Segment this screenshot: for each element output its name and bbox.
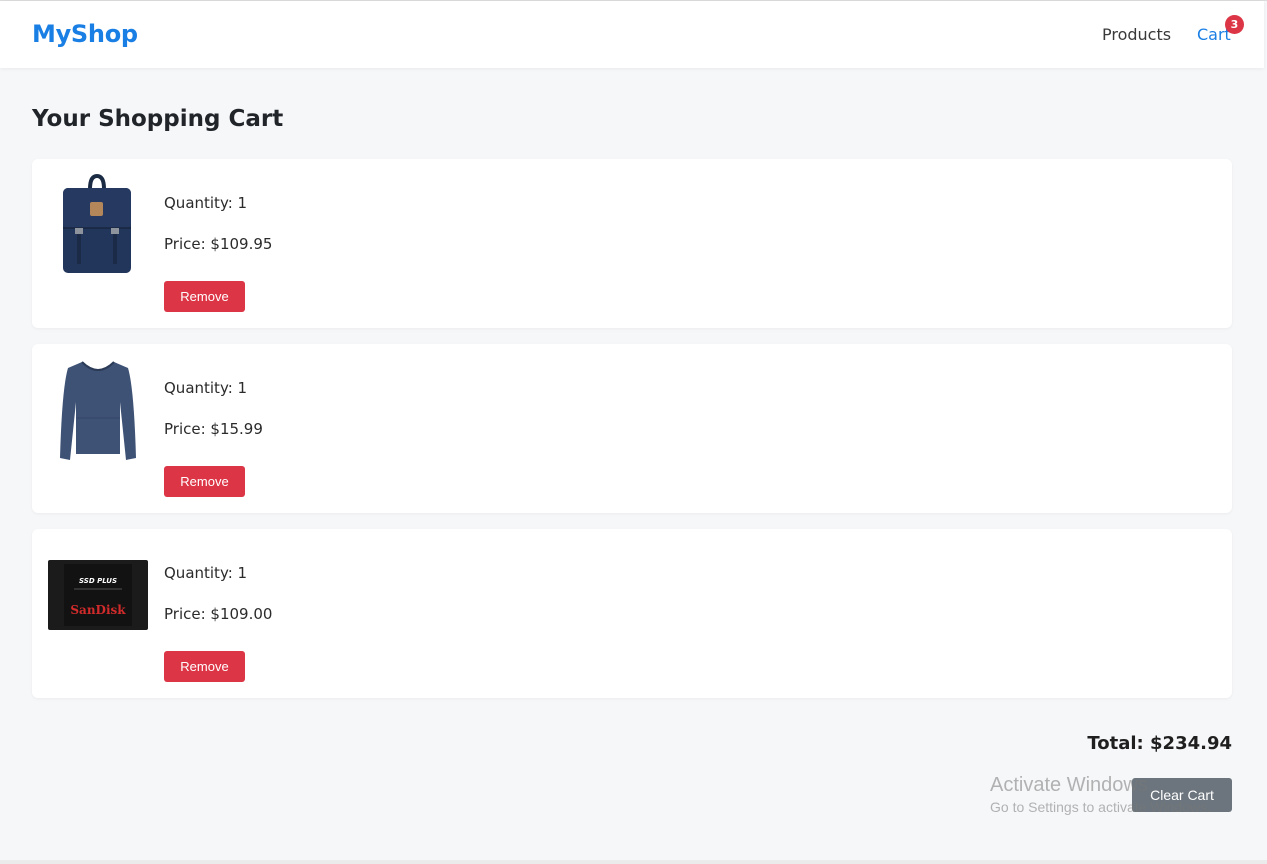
- item-price: Price: $109.00: [164, 605, 273, 623]
- svg-text:SSD PLUS: SSD PLUS: [79, 577, 117, 585]
- item-price: Price: $15.99: [164, 420, 263, 438]
- page-title: Your Shopping Cart: [32, 106, 284, 132]
- clear-cart-button[interactable]: Clear Cart: [1132, 778, 1232, 812]
- ssd-image: SSD PLUS SanDisk: [46, 543, 150, 647]
- remove-button[interactable]: Remove: [164, 466, 245, 497]
- item-price: Price: $109.95: [164, 235, 273, 253]
- bottom-border: [0, 860, 1267, 864]
- svg-text:SanDisk: SanDisk: [70, 603, 126, 617]
- cart-item: SSD PLUS SanDisk Quantity: 1 Price: $109…: [32, 529, 1232, 698]
- item-quantity: Quantity: 1: [164, 564, 248, 582]
- navbar: MyShop Products Cart 3: [0, 1, 1264, 68]
- remove-button[interactable]: Remove: [164, 281, 245, 312]
- cart-item: Quantity: 1 Price: $109.95 Remove: [32, 159, 1232, 328]
- item-quantity: Quantity: 1: [164, 379, 248, 397]
- nav-products-link[interactable]: Products: [1102, 25, 1171, 44]
- remove-button[interactable]: Remove: [164, 651, 245, 682]
- tshirt-image: [46, 358, 150, 462]
- cart-count-badge: 3: [1225, 15, 1244, 34]
- cart-total: Total: $234.94: [1087, 733, 1232, 754]
- item-quantity: Quantity: 1: [164, 194, 248, 212]
- cart-item: Quantity: 1 Price: $15.99 Remove: [32, 344, 1232, 513]
- brand-logo[interactable]: MyShop: [32, 20, 138, 48]
- backpack-image: [46, 173, 150, 277]
